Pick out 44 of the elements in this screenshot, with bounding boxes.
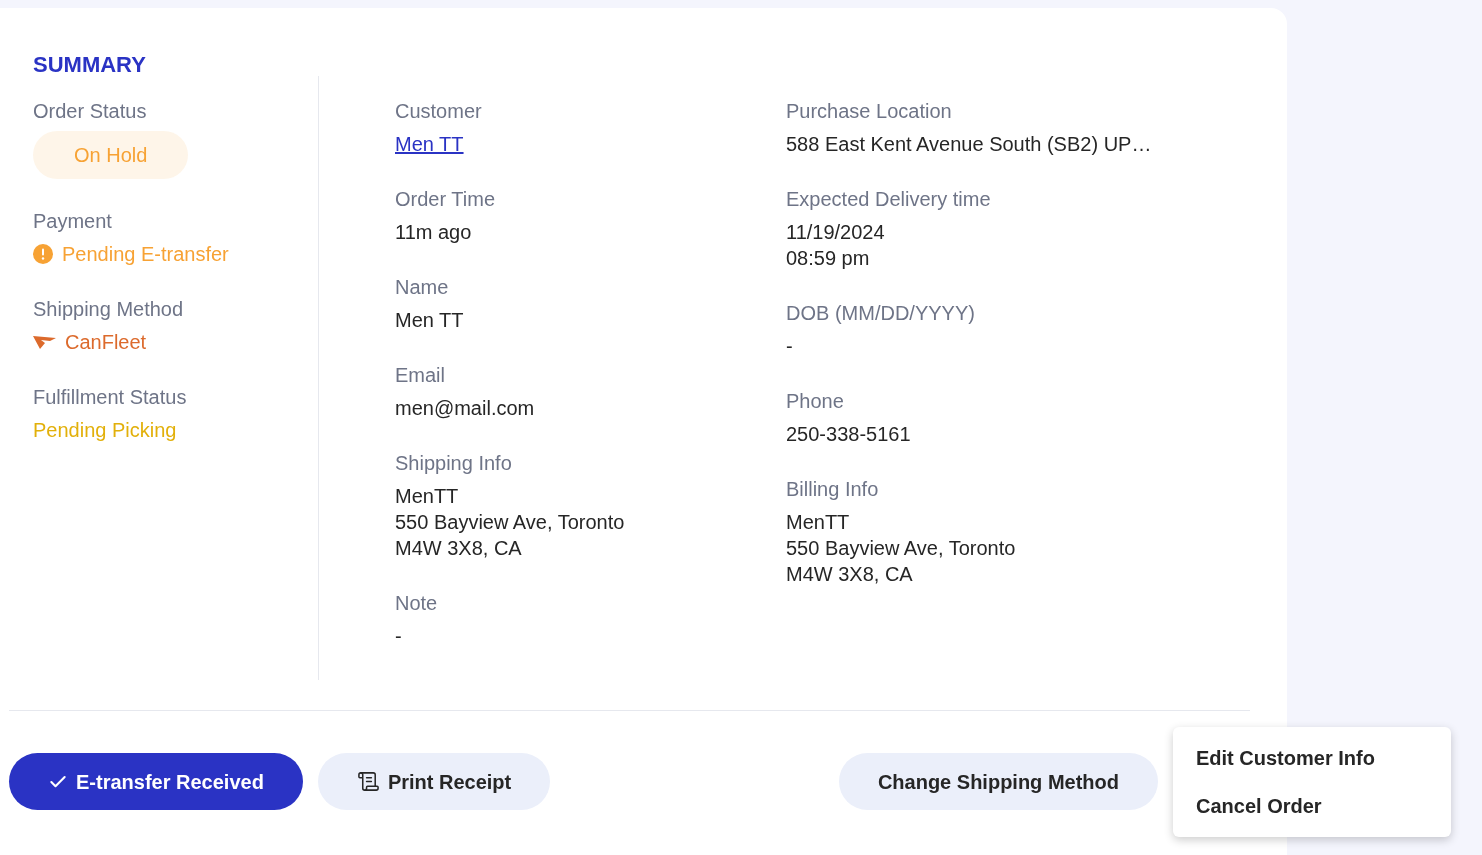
- field-label: DOB (MM/DD/YYYY): [786, 301, 975, 326]
- field-value: M4W 3X8, CA: [395, 536, 522, 561]
- field-value: MenTT: [395, 484, 459, 509]
- field-value: 588 East Kent Avenue South (SB2) UP…: [786, 132, 1152, 157]
- field-value: 11m ago: [395, 220, 472, 245]
- payment-status: Pending E-transfer: [62, 242, 229, 267]
- etransfer-received-button[interactable]: E-transfer Received: [9, 753, 303, 810]
- field-label: Fulfillment Status: [33, 385, 187, 410]
- field-label: Name: [395, 275, 449, 300]
- field-label: Expected Delivery time: [786, 187, 991, 212]
- field-value: -: [786, 334, 793, 359]
- field-value: -: [395, 624, 402, 649]
- field-label: Customer: [395, 99, 482, 124]
- field-label: Shipping Method: [33, 297, 184, 322]
- field-label: Billing Info: [786, 477, 879, 502]
- arrow-logo-icon: [33, 335, 56, 349]
- menu-item[interactable]: Cancel Order: [1173, 782, 1451, 830]
- field-label: Order Time: [395, 187, 496, 212]
- menu-item[interactable]: Edit Customer Info: [1173, 734, 1451, 782]
- field-value: M4W 3X8, CA: [786, 562, 913, 587]
- field-label: Phone: [786, 389, 844, 414]
- summary-title: SUMMARY: [33, 54, 146, 76]
- field-value: MenTT: [786, 510, 850, 535]
- status-text: Pending Picking: [33, 418, 177, 443]
- status-badge: On Hold: [33, 131, 189, 179]
- field-value: men@mail.com: [395, 396, 535, 421]
- change-shipping-button[interactable]: Change Shipping Method: [838, 753, 1158, 810]
- field-label: Order Status: [33, 99, 147, 124]
- alert-icon: [33, 244, 53, 264]
- field-value: 550 Bayview Ave, Toronto: [786, 536, 1016, 561]
- field-value: 550 Bayview Ave, Toronto: [395, 510, 625, 535]
- field-value: Men TT: [395, 308, 464, 333]
- field-value: 11/19/2024: [786, 220, 885, 245]
- receipt-icon: [356, 770, 380, 793]
- field-value: 08:59 pm: [786, 246, 870, 271]
- field-value: 250-338-5161: [786, 422, 911, 447]
- print-receipt-button[interactable]: Print Receipt: [317, 753, 551, 810]
- field-label: Email: [395, 363, 445, 388]
- carrier-name: CanFleet: [65, 330, 147, 355]
- field-label: Payment: [33, 209, 112, 234]
- field-label: Note: [395, 591, 438, 616]
- field-label: Purchase Location: [786, 99, 952, 124]
- customer-link[interactable]: Men TT: [395, 133, 464, 155]
- field-label: Shipping Info: [395, 451, 512, 476]
